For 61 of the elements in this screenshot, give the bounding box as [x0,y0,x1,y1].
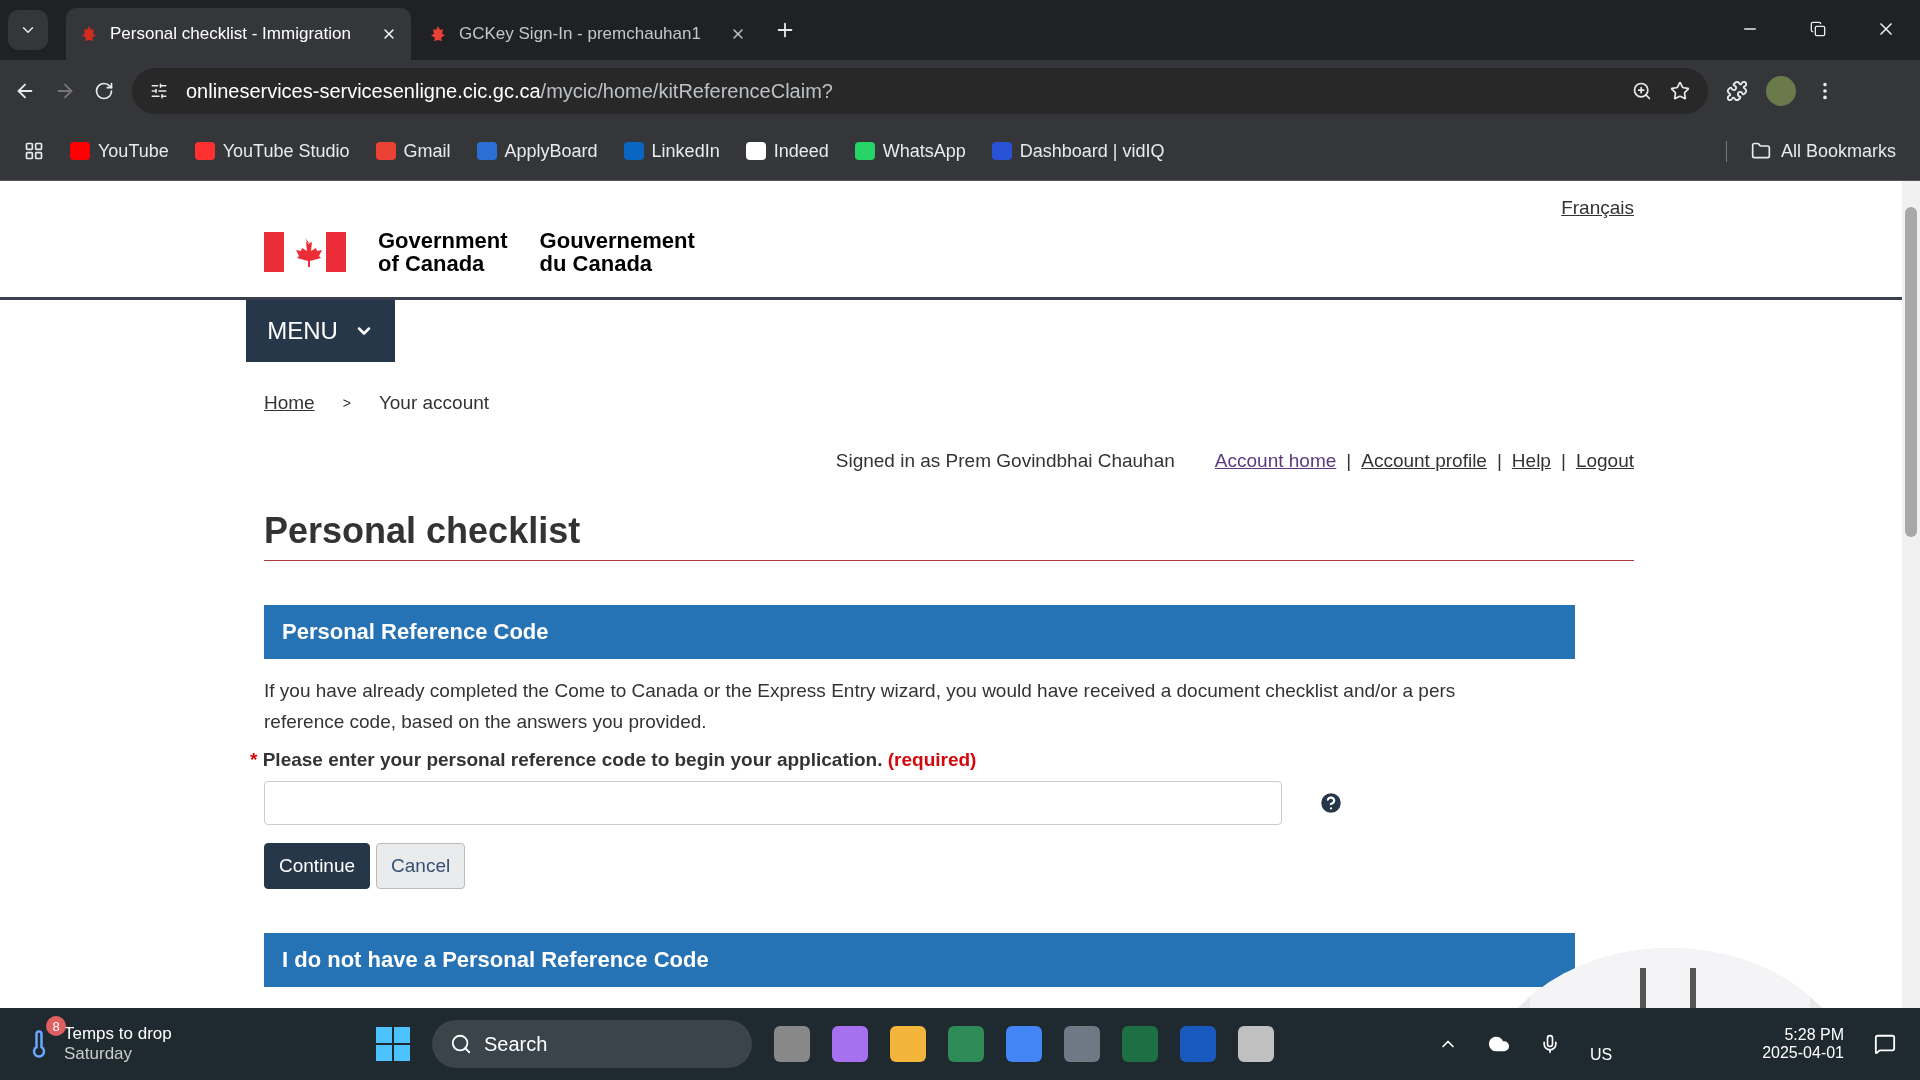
breadcrumb-separator: > [342,395,351,411]
browser-tab[interactable]: GCKey Sign-In - premchauhan1 [415,8,760,60]
bookmark-link[interactable]: WhatsApp [854,140,966,162]
scrollbar-thumb[interactable] [1905,207,1917,537]
help-icon[interactable] [1318,790,1344,816]
folder-icon [1750,141,1771,161]
app-icon[interactable] [890,1026,926,1062]
continue-button[interactable]: Continue [264,843,371,889]
taskbar-search[interactable]: Search [432,1020,752,1068]
intro-paragraph: If you have already completed the Come to Canada or the Express Entry wizard, you would have received a document checklist and/or a pers reference code, based on the answers you provided. [264,679,1457,734]
bookmark-link[interactable]: Indeed [745,140,829,162]
government-name: Gouvernement du Canada [539,229,695,275]
search-icon [450,1033,472,1055]
signed-in-text: Signed in as Prem Govindbhai Chauhan [835,450,1175,472]
keyboard-language[interactable]: US [1589,1046,1613,1064]
breadcrumb-link[interactable]: Home [264,392,315,414]
section-heading: I do not have a Personal Reference Code [264,933,1575,987]
app-icon[interactable] [832,1026,868,1062]
start-icon[interactable] [376,1027,410,1061]
apps-icon[interactable] [24,141,44,161]
bookmark-link[interactable]: YouTube Studio [194,140,350,162]
account-link[interactable]: Logout [1575,450,1634,472]
app-icon[interactable] [1238,1026,1274,1062]
menu-button[interactable]: MENU [246,300,395,362]
bookmark-link[interactable]: ApplyBoard [476,140,598,162]
clock[interactable]: 5:28 PM 2025-04-01 [1762,1026,1844,1062]
all-bookmarks-button[interactable]: All Bookmarks [1725,140,1896,162]
cancel-button[interactable]: Cancel [376,843,466,889]
bookmark-link[interactable]: LinkedIn [623,140,720,162]
profile-avatar[interactable] [1766,76,1796,106]
government-name: Government of Canada [378,229,508,275]
link-separator: | [1560,450,1566,472]
link-separator: | [1496,450,1502,472]
browser-tab[interactable]: Personal checklist - Immigration [66,8,411,60]
maple-leaf-icon [80,25,98,43]
account-link[interactable]: Account profile [1361,450,1487,472]
account-link[interactable]: Help [1511,450,1551,472]
reference-code-field[interactable] [264,781,1282,825]
zoom-icon[interactable] [1632,81,1652,101]
bookmark-link[interactable]: Dashboard | vidIQ [991,140,1165,162]
notification-icon[interactable] [1874,1033,1896,1055]
address-bar[interactable]: onlineservices-servicesenligne.cic.gc.ca/mycic/home/kitReferenceClaim? [132,68,1708,114]
bookmark-star-icon[interactable] [1670,81,1690,101]
link-separator: | [1346,450,1352,472]
notification-badge: 8 [46,1016,66,1036]
account-link[interactable]: Account home [1214,450,1337,472]
bookmark-link[interactable]: YouTube [70,140,169,162]
page-title: Personal checklist [264,510,1634,561]
section-heading: Personal Reference Code [264,605,1575,659]
site-settings-icon[interactable] [150,82,168,100]
language-link[interactable]: Français [1561,197,1634,219]
field-label: * Please enter your personal reference code to begin your application. (required) [250,749,978,771]
url-text: onlineservices-servicesenligne.cic.gc.ca/mycic/home/kitReferenceClaim? [186,79,834,103]
weather-widget[interactable]: Temps to drop Saturday [64,1024,172,1064]
bookmark-link[interactable]: Gmail [375,140,451,162]
breadcrumb-current: Your account [378,392,490,414]
app-icon[interactable] [1006,1026,1042,1062]
canada-flag-icon [264,232,346,272]
reload-icon[interactable] [94,81,114,101]
extensions-icon[interactable] [1726,80,1748,102]
app-icon[interactable] [774,1026,810,1062]
